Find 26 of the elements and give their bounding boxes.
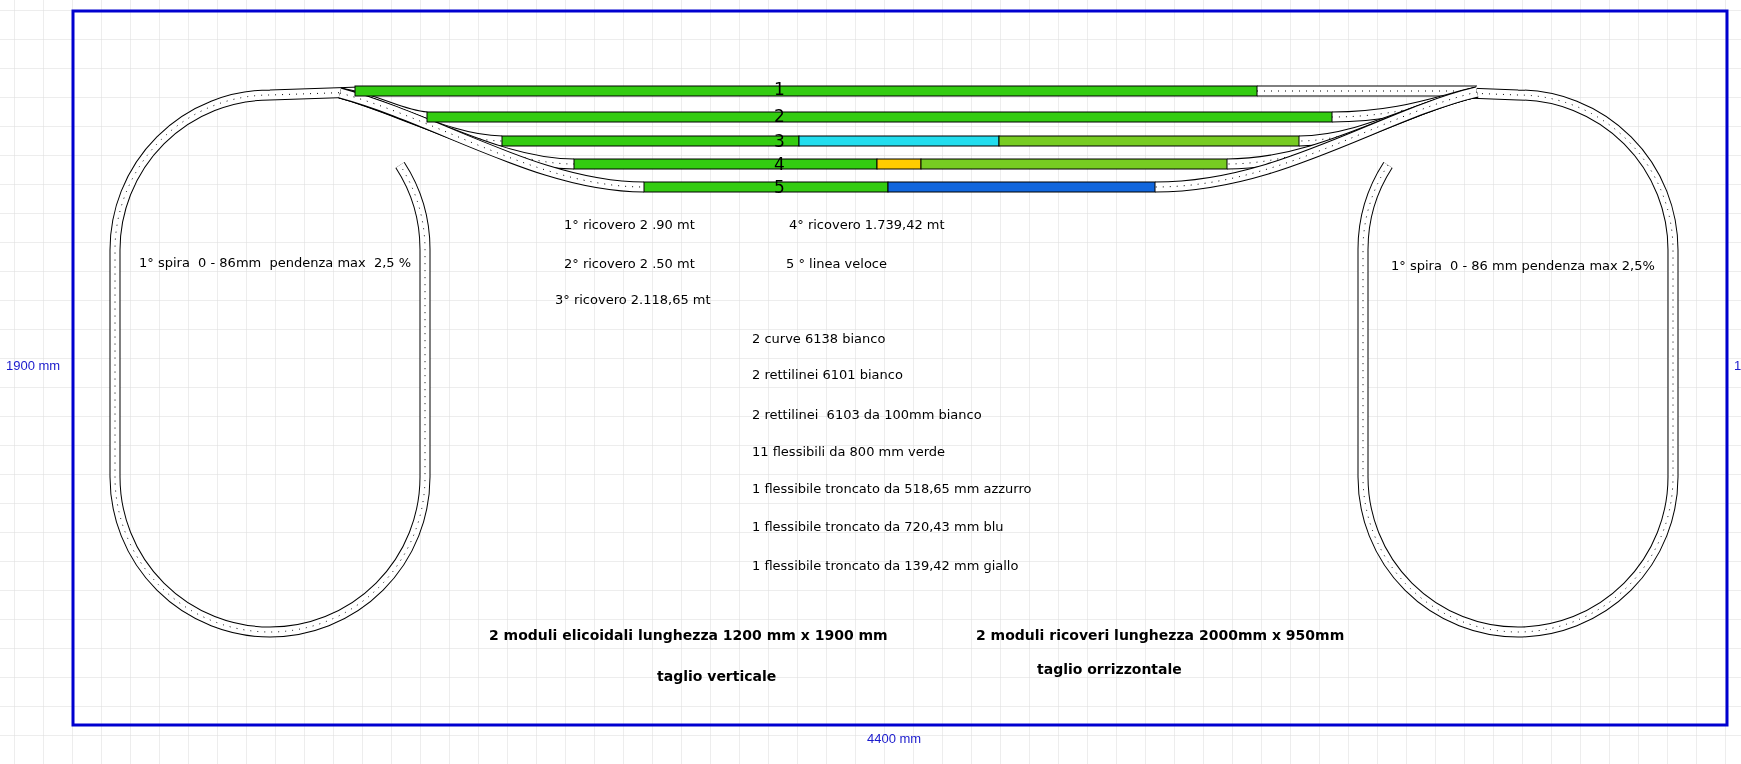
loop-note: 1° spira 0 - 86 mm pendenza max 2,5% [1391, 259, 1655, 272]
siding-note: 5 ° linea veloce [786, 257, 887, 270]
parts-list-item: 2 rettilinei 6103 da 100mm bianco [752, 408, 982, 421]
parts-list-item: 1 flessibile troncato da 518,65 mm azzurro [752, 482, 1032, 495]
siding-note: 1° ricovero 2 .90 mt [564, 218, 695, 231]
parts-list-item: 11 flessibili da 800 mm verde [752, 445, 946, 458]
module-title: 2 moduli ricoveri lunghezza 2000mm x 950mm [976, 628, 1345, 642]
track-number: 5 [774, 179, 785, 196]
parts-list-item: 1 flessibile troncato da 720,43 mm blu [752, 520, 1004, 533]
siding-note: 3° ricovero 2.118,65 mt [555, 293, 711, 306]
track-number: 4 [774, 156, 785, 173]
height-dimension: 1900 mm [6, 359, 61, 372]
module-cut-note: taglio orrizzontale [1037, 662, 1182, 676]
track-number: 3 [774, 133, 785, 150]
module-title: 2 moduli elicoidali lunghezza 1200 mm x 1900 mm [489, 628, 888, 642]
track-number: 2 [774, 108, 785, 125]
parts-list-item: 2 rettilinei 6101 bianco [752, 368, 903, 381]
siding-note: 2° ricovero 2 .50 mt [564, 257, 695, 270]
height-dimension: 1 [1734, 359, 1741, 372]
width-dimension: 4400 mm [867, 732, 922, 745]
siding-note: 4° ricovero 1.739,42 mt [789, 218, 945, 231]
loop-note: 1° spira 0 - 86mm pendenza max 2,5 % [139, 256, 412, 269]
parts-list-item: 2 curve 6138 bianco [752, 332, 886, 345]
parts-list-item: 1 flessibile troncato da 139,42 mm giallo [752, 559, 1019, 572]
module-cut-note: taglio verticale [657, 669, 777, 683]
track-number: 1 [774, 81, 785, 98]
